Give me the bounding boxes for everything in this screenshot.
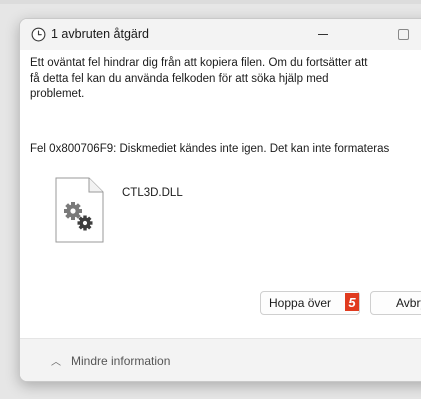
less-info-label: Mindre information: [71, 353, 171, 368]
window-title: 1 avbruten åtgärd: [51, 27, 149, 41]
title-bar: 1 avbruten åtgärd: [20, 19, 421, 50]
cancel-button-label: Avbryt: [396, 296, 421, 310]
error-code-text: Fel 0x800706F9: Diskmediet kändes inte i…: [30, 143, 390, 155]
step-badge: 5: [345, 293, 359, 311]
background: [0, 0, 421, 4]
maximize-icon: [397, 29, 409, 40]
message-line-2: få detta fel kan du använda felkoden för…: [30, 72, 329, 85]
error-message: Ett oväntat fel hindrar dig från att kop…: [30, 56, 421, 103]
less-info-toggle[interactable]: ︿ Mindre information: [51, 353, 171, 369]
skip-button-label: Hoppa över: [269, 296, 332, 310]
message-line-1: Ett oväntat fel hindrar dig från att kop…: [30, 57, 368, 69]
file-name: CTL3D.DLL: [122, 187, 183, 199]
cancel-button[interactable]: Avbryt: [370, 291, 421, 315]
maximize-button[interactable]: [380, 19, 421, 50]
chevron-up-icon: ︿: [51, 357, 61, 368]
copy-error-dialog: 1 avbruten åtgärd Ett oväntat fel hindra…: [19, 18, 421, 382]
minimize-icon: [318, 34, 328, 35]
clock-icon: [31, 27, 46, 42]
settings-file-icon: [55, 177, 104, 243]
message-line-3: problemet.: [30, 88, 85, 100]
minimize-button[interactable]: [300, 19, 346, 50]
